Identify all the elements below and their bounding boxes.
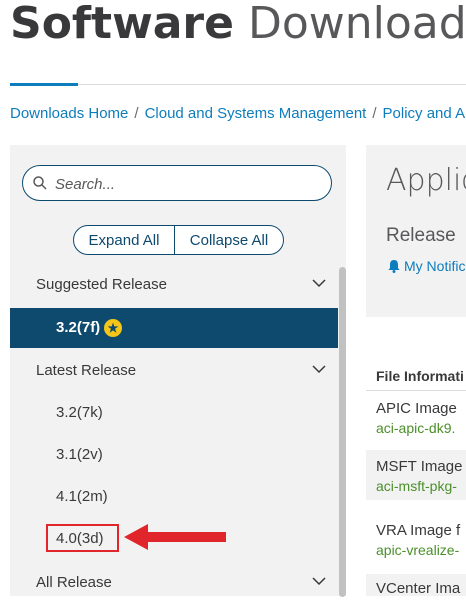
file-row[interactable]: VCenter Ima xyxy=(366,574,466,596)
breadcrumb-separator: / xyxy=(134,105,139,122)
file-name: aci-msft-pkg- xyxy=(376,478,457,494)
arrow-left-icon xyxy=(124,524,226,550)
product-title: Applic xyxy=(386,163,466,198)
star-icon: ★ xyxy=(104,319,122,337)
product-panel: Applic Release My Notific xyxy=(366,145,466,317)
chevron-down-icon xyxy=(312,365,326,374)
release-label: 3.2(7f) xyxy=(56,319,101,336)
breadcrumb-policy[interactable]: Policy and Au xyxy=(383,105,466,122)
bell-icon xyxy=(388,260,400,273)
title-accent-line xyxy=(10,83,78,86)
section-suggested-release[interactable]: Suggested Release xyxy=(10,265,340,305)
section-latest-release[interactable]: Latest Release xyxy=(10,351,340,391)
file-row[interactable]: APIC Image aci-apic-dk9. xyxy=(366,392,466,442)
chevron-down-icon xyxy=(312,279,326,288)
file-info-header-label: File Informati xyxy=(376,368,464,384)
breadcrumb-cloud-systems[interactable]: Cloud and Systems Management xyxy=(145,105,367,122)
release-item-3-2-7k[interactable]: 3.2(7k) xyxy=(10,393,338,433)
release-item-3-2-7f[interactable]: 3.2(7f) ★ xyxy=(10,308,338,348)
sidebar-scrollbar[interactable] xyxy=(339,267,346,597)
section-label: All Release xyxy=(36,574,112,591)
file-row[interactable]: VRA Image f apic-vrealize- xyxy=(366,514,466,564)
breadcrumb-separator: / xyxy=(372,105,377,122)
release-item-3-1-2v[interactable]: 3.1(2v) xyxy=(10,435,338,475)
breadcrumb-downloads-home[interactable]: Downloads Home xyxy=(10,105,128,122)
release-label: 3.2(7k) xyxy=(56,404,103,421)
search-box[interactable] xyxy=(22,165,332,201)
file-title: VCenter Ima xyxy=(376,580,461,596)
release-heading: Release xyxy=(386,225,456,246)
search-input[interactable] xyxy=(53,172,317,196)
header-divider xyxy=(78,84,466,85)
file-title: APIC Image xyxy=(376,400,457,417)
release-item-4-1-2m[interactable]: 4.1(2m) xyxy=(10,477,338,517)
release-label: 3.1(2v) xyxy=(56,446,103,463)
file-info-header: File Informati xyxy=(366,360,466,391)
file-title: VRA Image f xyxy=(376,522,461,539)
file-title: MSFT Image xyxy=(376,458,463,475)
section-label: Latest Release xyxy=(36,362,137,379)
highlight-box xyxy=(46,524,119,552)
collapse-all-button[interactable]: Collapse All xyxy=(174,225,284,255)
page-title: Software Download xyxy=(10,0,466,48)
page-title-light: Download xyxy=(247,0,466,49)
file-row[interactable]: MSFT Image aci-msft-pkg- xyxy=(366,450,466,500)
chevron-down-icon xyxy=(312,577,326,586)
breadcrumb: Downloads Home / Cloud and Systems Managem… xyxy=(10,104,466,124)
page-title-strong: Software xyxy=(10,0,234,49)
file-name: apic-vrealize- xyxy=(376,542,460,558)
release-sidebar: Expand All Collapse All Suggested Releas… xyxy=(10,145,346,597)
release-label: 4.1(2m) xyxy=(56,488,108,505)
section-all-release[interactable]: All Release xyxy=(10,563,340,603)
file-name: aci-apic-dk9. xyxy=(376,420,456,436)
notifications-label: My Notific xyxy=(404,258,466,274)
expand-all-button[interactable]: Expand All xyxy=(73,225,175,255)
expand-collapse-group: Expand All Collapse All xyxy=(73,225,284,255)
section-label: Suggested Release xyxy=(36,276,167,293)
search-icon xyxy=(33,176,47,190)
